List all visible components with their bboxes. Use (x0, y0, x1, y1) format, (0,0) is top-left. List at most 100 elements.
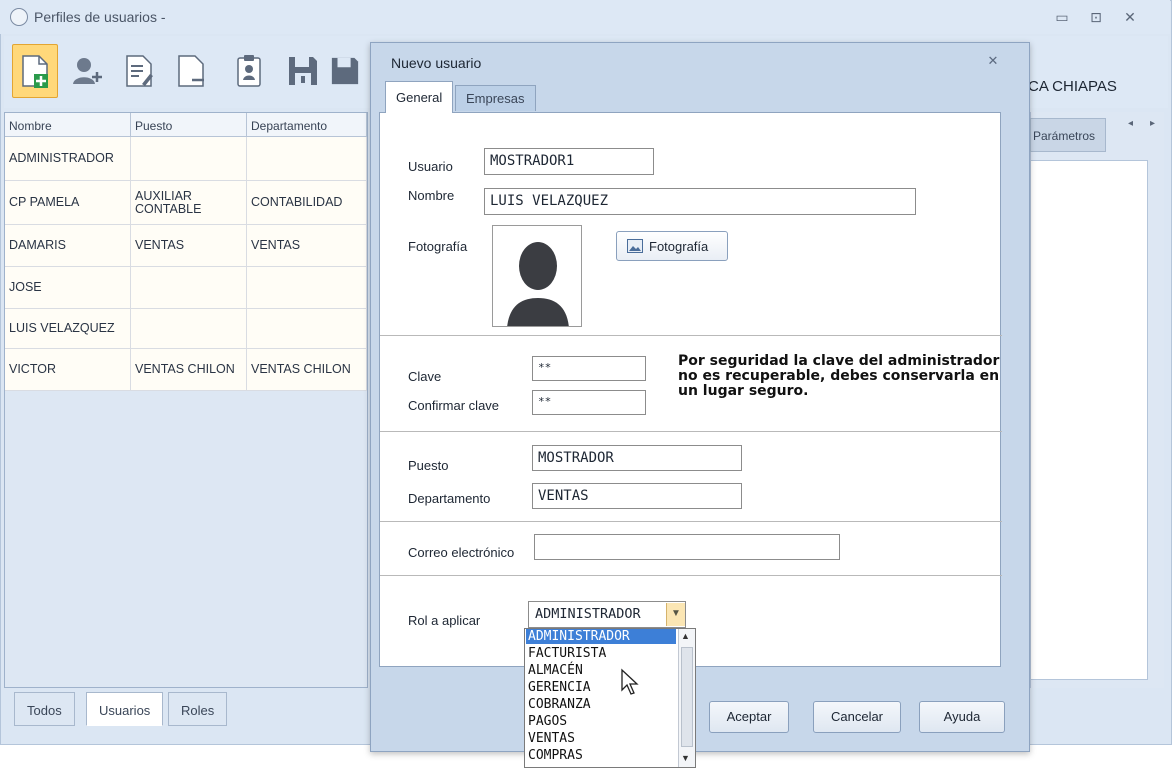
cell-puesto: AUXILIAR CONTABLE (131, 181, 247, 224)
cursor-icon (621, 668, 639, 695)
close-icon[interactable]: ✕ (1120, 8, 1140, 26)
tab-parametros[interactable]: Parámetros (1030, 118, 1106, 152)
cell-nombre: LUIS VELAZQUEZ (5, 309, 131, 348)
cell-nombre: VICTOR (5, 349, 131, 390)
table-row[interactable]: DAMARIS VENTAS VENTAS (5, 225, 367, 267)
nombre-input[interactable]: LUIS VELAZQUEZ (484, 188, 916, 215)
new-document-button[interactable] (12, 44, 58, 98)
table-row[interactable]: JOSE (5, 267, 367, 309)
rol-selected-value: ADMINISTRADOR (535, 606, 641, 622)
add-user-button[interactable] (64, 44, 110, 98)
column-header-puesto[interactable]: Puesto (131, 113, 247, 137)
tab-empresas[interactable]: Empresas (455, 85, 536, 111)
new-user-dialog: Nuevo usuario ✕ General Empresas Usuario… (370, 42, 1030, 752)
rol-option[interactable]: GERENCIA (526, 680, 676, 695)
dialog-close-icon[interactable]: ✕ (983, 53, 1003, 71)
chevron-down-icon[interactable]: ▼ (666, 603, 685, 626)
puesto-input[interactable]: MOSTRADOR (532, 445, 742, 471)
photo-placeholder (492, 225, 582, 327)
security-warning: Por seguridad la clave del administrador… (678, 353, 1000, 399)
divider (380, 335, 1002, 336)
delete-document-button[interactable] (168, 44, 214, 98)
table-row[interactable]: VICTOR VENTAS CHILON VENTAS CHILON (5, 349, 367, 391)
usuario-label: Usuario (408, 159, 453, 174)
cell-puesto: VENTAS (131, 225, 247, 266)
minimize-icon[interactable]: ▭ (1052, 8, 1072, 26)
tab-todos[interactable]: Todos (14, 692, 75, 726)
cell-nombre: DAMARIS (5, 225, 131, 266)
fotografia-button[interactable]: Fotografía (616, 231, 728, 261)
clave-label: Clave (408, 369, 442, 384)
puesto-label: Puesto (408, 458, 449, 473)
tab-usuarios[interactable]: Usuarios (86, 692, 164, 726)
cell-departamento (247, 137, 367, 180)
fotografia-label: Fotografía (408, 239, 468, 254)
clipboard-button[interactable] (226, 44, 272, 98)
users-table: Nombre Puesto Departamento ADMINISTRADOR… (4, 112, 368, 688)
cell-nombre: JOSE (5, 267, 131, 308)
cell-departamento: VENTAS CHILON (247, 349, 367, 390)
dropdown-scrollbar[interactable]: ▲ ▼ (678, 629, 695, 767)
scroll-down-icon[interactable]: ▼ (681, 753, 690, 763)
cell-puesto: VENTAS CHILON (131, 349, 247, 390)
edit-document-button[interactable] (116, 44, 162, 98)
rol-label: Rol a aplicar (408, 613, 481, 628)
usuario-input[interactable]: MOSTRADOR1 (484, 148, 654, 175)
save-button[interactable] (280, 44, 326, 98)
fotografia-button-label: Fotografía (649, 238, 709, 254)
scroll-up-icon[interactable]: ▲ (681, 631, 690, 641)
tab-general[interactable]: General (385, 81, 454, 113)
confirmar-clave-input[interactable]: ** (532, 390, 646, 415)
scrollbar-thumb[interactable] (681, 647, 693, 747)
scroll-left-icon[interactable]: ◂ (1128, 118, 1133, 129)
divider (380, 431, 1002, 432)
cell-puesto (131, 309, 247, 348)
delete-document-icon (178, 55, 204, 87)
table-row[interactable]: LUIS VELAZQUEZ (5, 309, 367, 349)
cell-departamento (247, 267, 367, 308)
rol-option[interactable]: COMPRAS (526, 748, 676, 763)
column-header-nombre[interactable]: Nombre (5, 113, 131, 137)
dialog-title: Nuevo usuario (391, 55, 482, 71)
cell-nombre: CP PAMELA (5, 181, 131, 224)
table-row[interactable]: ADMINISTRADOR (5, 137, 367, 181)
maximize-icon[interactable]: ⊡ (1086, 8, 1106, 26)
ayuda-button[interactable]: Ayuda (919, 701, 1005, 733)
rol-select[interactable]: ADMINISTRADOR ▼ (528, 601, 686, 628)
rol-option[interactable]: ADMINISTRADOR (526, 629, 676, 644)
rol-option[interactable]: FACTURISTA (526, 646, 676, 661)
departamento-label: Departamento (408, 491, 491, 506)
add-user-icon (73, 58, 102, 84)
aceptar-button[interactable]: Aceptar (709, 701, 789, 733)
divider (380, 575, 1002, 576)
cell-departamento (247, 309, 367, 348)
new-document-icon (22, 55, 48, 88)
rol-option[interactable]: COBRANZA (526, 697, 676, 712)
cell-puesto (131, 267, 247, 308)
divider (380, 521, 1002, 522)
departamento-input[interactable]: VENTAS (532, 483, 742, 509)
save-as-button[interactable] (330, 44, 360, 98)
main-titlebar: Perfiles de usuarios - ▭ ⊡ ✕ (0, 0, 1170, 34)
column-header-departamento[interactable]: Departamento (247, 113, 367, 137)
save-icon (289, 57, 317, 85)
rol-option[interactable]: VENTAS (526, 731, 676, 746)
cell-puesto (131, 137, 247, 180)
general-panel: Usuario MOSTRADOR1 Nombre LUIS VELAZQUEZ… (379, 112, 1002, 667)
rol-option[interactable]: ALMACÉN (526, 663, 676, 678)
image-icon (627, 239, 643, 253)
cell-nombre: ADMINISTRADOR (5, 137, 131, 180)
app-icon (10, 8, 28, 26)
rol-dropdown-list: ADMINISTRADOR FACTURISTA ALMACÉN GERENCI… (524, 628, 696, 768)
edit-document-icon (126, 55, 153, 87)
cell-departamento: CONTABILIDAD (247, 181, 367, 224)
table-row[interactable]: CP PAMELA AUXILIAR CONTABLE CONTABILIDAD (5, 181, 367, 225)
rol-option[interactable]: PAGOS (526, 714, 676, 729)
correo-input[interactable] (534, 534, 840, 560)
cancelar-button[interactable]: Cancelar (813, 701, 901, 733)
correo-label: Correo electrónico (408, 545, 515, 560)
tab-roles[interactable]: Roles (168, 692, 228, 726)
save-as-icon (331, 57, 359, 85)
clave-input[interactable]: ** (532, 356, 646, 381)
scroll-right-icon[interactable]: ▸ (1150, 118, 1155, 129)
